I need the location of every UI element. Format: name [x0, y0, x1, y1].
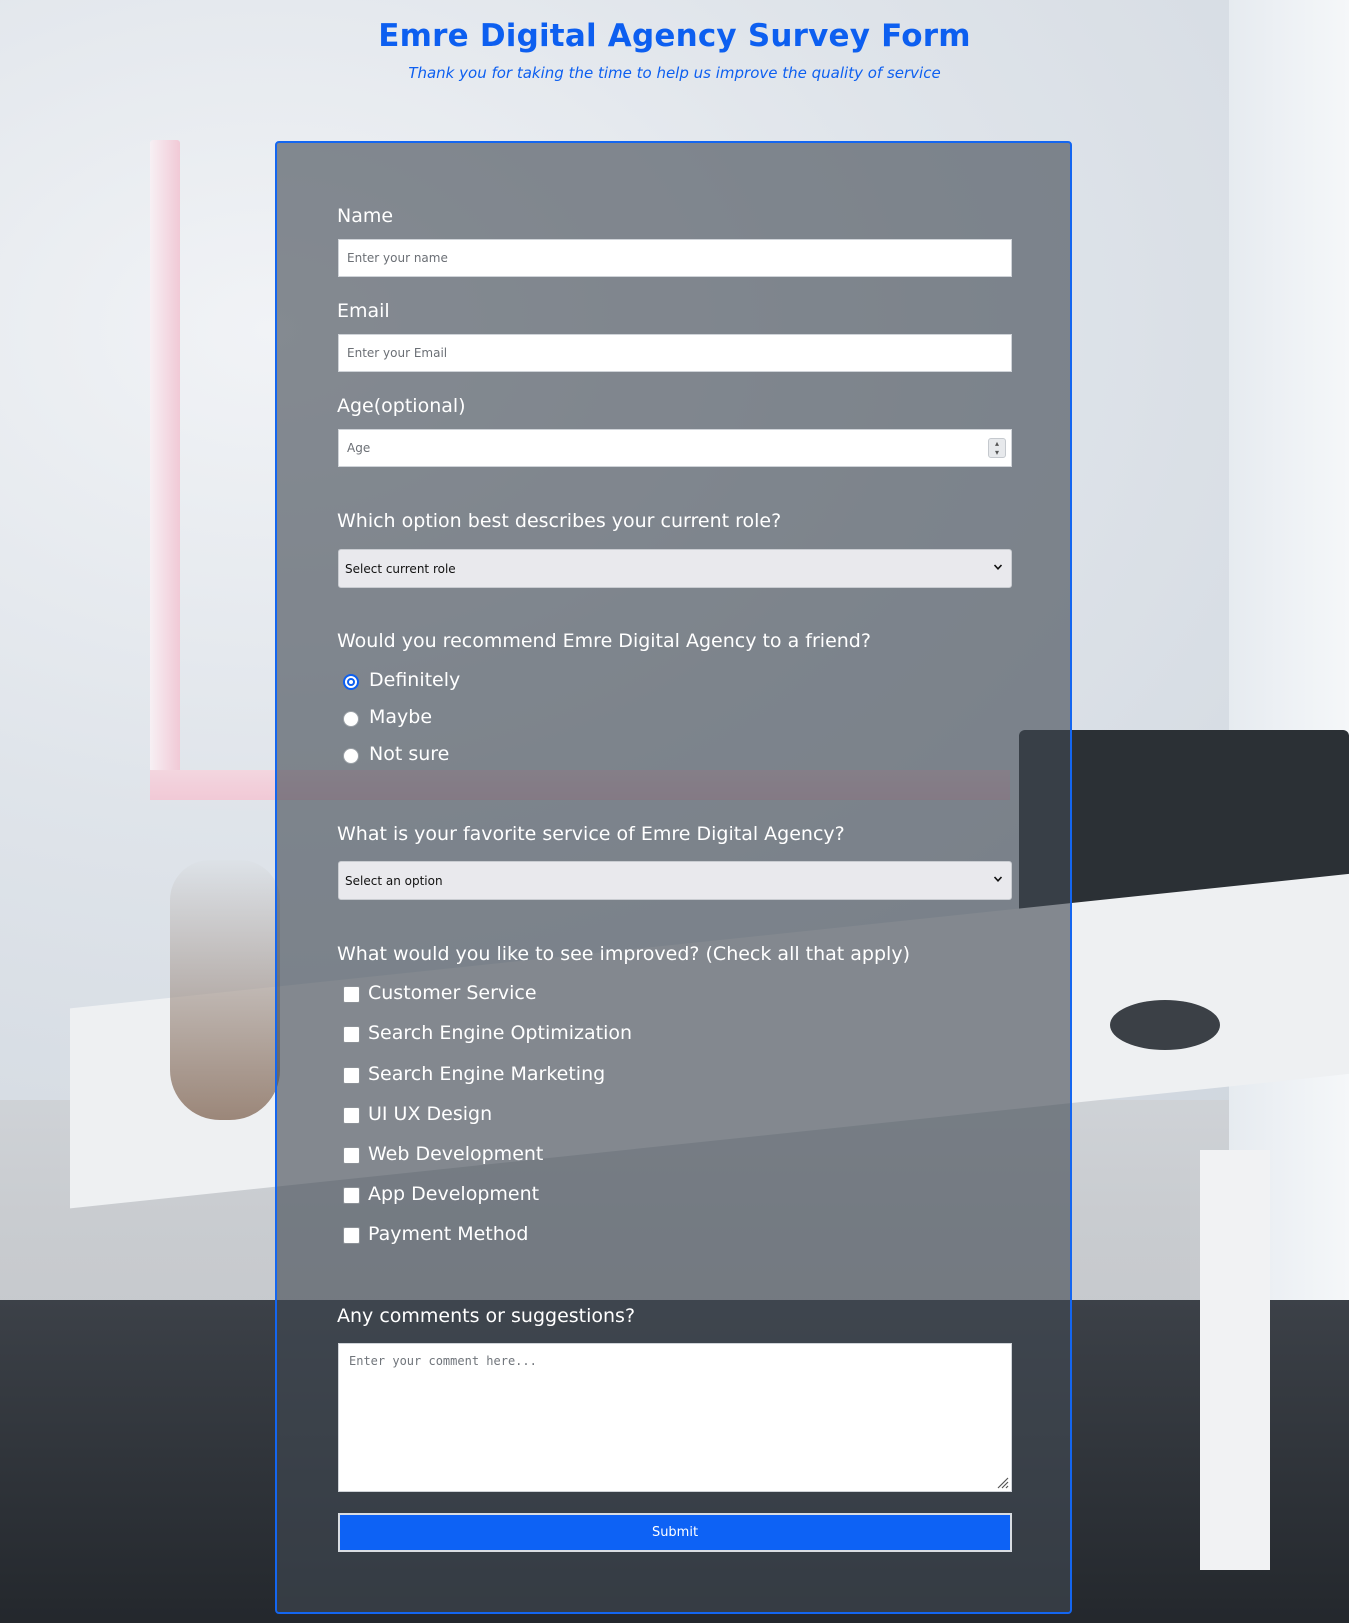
checkbox[interactable] — [343, 986, 360, 1003]
radio-button[interactable] — [343, 674, 359, 690]
checkbox-label: Customer Service — [368, 982, 537, 1004]
comments-textarea[interactable] — [338, 1343, 1012, 1492]
role-select-value: Select current role — [345, 562, 456, 576]
comments-label: Any comments or suggestions? — [337, 1305, 636, 1327]
chevron-down-icon — [993, 564, 1003, 570]
favorite-service-select[interactable]: Select an option — [338, 861, 1012, 900]
email-input[interactable] — [338, 334, 1012, 372]
age-input[interactable] — [338, 429, 1012, 467]
checkbox[interactable] — [343, 1107, 360, 1124]
name-input[interactable] — [338, 239, 1012, 277]
radio-option-label: Definitely — [369, 669, 461, 691]
background-window — [1229, 0, 1349, 1300]
favorite-service-select-value: Select an option — [345, 874, 443, 888]
radio-button[interactable] — [343, 748, 359, 764]
submit-button[interactable]: Submit — [338, 1513, 1012, 1552]
role-label: Which option best describes your current… — [337, 510, 782, 532]
checkbox-label: Payment Method — [368, 1223, 529, 1245]
radio-option-label: Maybe — [369, 706, 433, 728]
email-label: Email — [337, 300, 390, 322]
checkbox-label: Web Development — [368, 1143, 544, 1165]
recommend-label: Would you recommend Emre Digital Agency … — [337, 630, 871, 652]
survey-form: Name Email Age(optional) ▴▾ Which option… — [275, 141, 1072, 1614]
checkbox[interactable] — [343, 1026, 360, 1043]
checkbox[interactable] — [343, 1187, 360, 1204]
number-stepper-icon[interactable]: ▴ ▾ — [988, 438, 1006, 458]
name-label: Name — [337, 205, 394, 227]
checkbox-label: Search Engine Marketing — [368, 1063, 606, 1085]
page-subtitle: Thank you for taking the time to help us… — [408, 64, 941, 82]
improvements-label: What would you like to see improved? (Ch… — [337, 943, 910, 965]
age-field: ▴▾ — [338, 429, 1012, 467]
background-mouse — [1110, 1000, 1220, 1050]
checkbox[interactable] — [343, 1067, 360, 1084]
checkbox-label: App Development — [368, 1183, 540, 1205]
resize-grip-icon[interactable] — [995, 1475, 1009, 1489]
checkbox[interactable] — [343, 1227, 360, 1244]
age-label: Age(optional) — [337, 395, 466, 417]
favorite-service-label: What is your favorite service of Emre Di… — [337, 823, 845, 845]
radio-option-label: Not sure — [369, 743, 450, 765]
background-neon-frame — [150, 140, 180, 800]
page-header: Emre Digital Agency Survey Form Thank yo… — [0, 18, 1349, 82]
checkbox-label: Search Engine Optimization — [368, 1022, 633, 1044]
role-select[interactable]: Select current role — [338, 549, 1012, 588]
chevron-down-icon — [993, 876, 1003, 882]
checkbox-label: UI UX Design — [368, 1103, 493, 1125]
radio-button[interactable] — [343, 711, 359, 727]
page-title: Emre Digital Agency Survey Form — [378, 18, 971, 54]
background-desk-leg — [1200, 1150, 1270, 1570]
background-plant-flask — [170, 860, 280, 1120]
checkbox[interactable] — [343, 1147, 360, 1164]
